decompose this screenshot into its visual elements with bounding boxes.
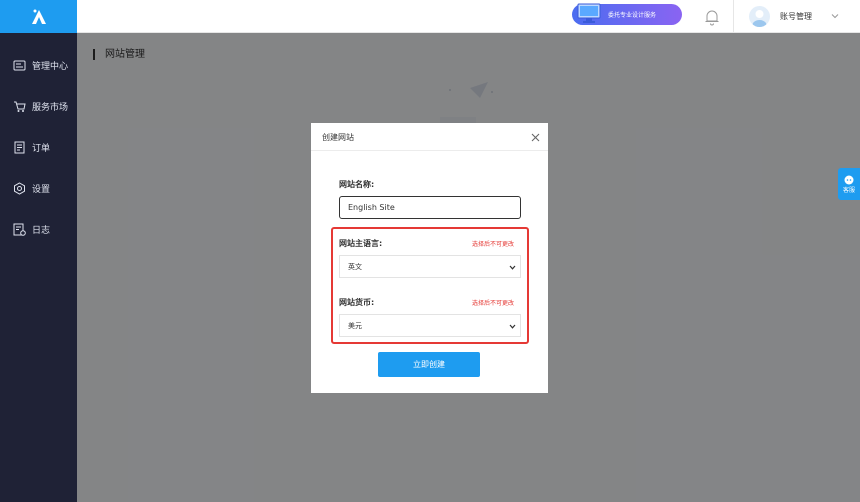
cart-icon [12, 100, 26, 114]
logo[interactable] [0, 0, 77, 33]
support-label: 客服 [842, 186, 855, 194]
site-currency-label: 网站货币: [339, 298, 375, 307]
account-menu-label[interactable]: 账号管理 [780, 11, 812, 22]
sidebar-item-label: 订单 [32, 144, 51, 154]
avatar[interactable] [749, 6, 770, 27]
header-divider [733, 0, 734, 33]
chevron-down-icon[interactable] [830, 11, 840, 21]
sidebar-item-label: 日志 [32, 226, 51, 236]
sidebar-item-orders[interactable]: 订单 [0, 127, 77, 168]
sidebar-item-settings[interactable]: 设置 [0, 168, 77, 209]
language-selected-value: 英文 [348, 262, 362, 271]
currency-selected-value: 美元 [348, 321, 362, 330]
top-header: 委托专业设计服务 账号管理 [77, 0, 860, 33]
site-language-label: 网站主语言: [339, 239, 383, 248]
chevron-down-icon [509, 265, 516, 270]
sidebar-item-market[interactable]: 服务市场 [0, 86, 77, 127]
sidebar-item-label: 设置 [32, 185, 51, 195]
sidebar-item-label: 服务市场 [32, 103, 69, 113]
modal-title: 创建网站 [322, 133, 354, 142]
log-icon [12, 223, 26, 237]
currency-hint: 选择后不可更改 [472, 300, 515, 307]
site-name-label: 网站名称: [339, 180, 375, 189]
modal-header: 创建网站 [311, 123, 548, 151]
site-name-input[interactable] [339, 196, 521, 219]
monitor-icon [577, 3, 601, 23]
close-icon[interactable] [531, 133, 540, 142]
promo-text: 委托专业设计服务 [608, 12, 657, 19]
logo-icon [31, 9, 46, 24]
promo-banner[interactable]: 委托专业设计服务 [572, 3, 682, 25]
sidebar-item-logs[interactable]: 日志 [0, 209, 77, 250]
sidebar: 管理中心 服务市场 订单 设置 日志 [0, 0, 77, 502]
language-hint: 选择后不可更改 [472, 241, 515, 248]
support-icon [844, 175, 854, 184]
create-site-modal: 创建网站 网站名称: 网站主语言: 选择后不可更改 英文 网站货币: 选择后不可… [311, 123, 548, 393]
chevron-down-icon [509, 324, 516, 329]
language-select[interactable]: 英文 [339, 255, 521, 278]
create-now-button[interactable]: 立即创建 [378, 352, 480, 377]
customer-support-tab[interactable]: 客服 [838, 168, 860, 200]
sidebar-item-dashboard[interactable]: 管理中心 [0, 45, 77, 86]
gear-icon [12, 182, 26, 196]
dashboard-icon [12, 59, 26, 73]
sidebar-item-label: 管理中心 [32, 62, 69, 72]
order-icon [12, 141, 26, 155]
bell-icon[interactable] [704, 8, 720, 26]
currency-select[interactable]: 美元 [339, 314, 521, 337]
avatar-icon [752, 10, 767, 27]
